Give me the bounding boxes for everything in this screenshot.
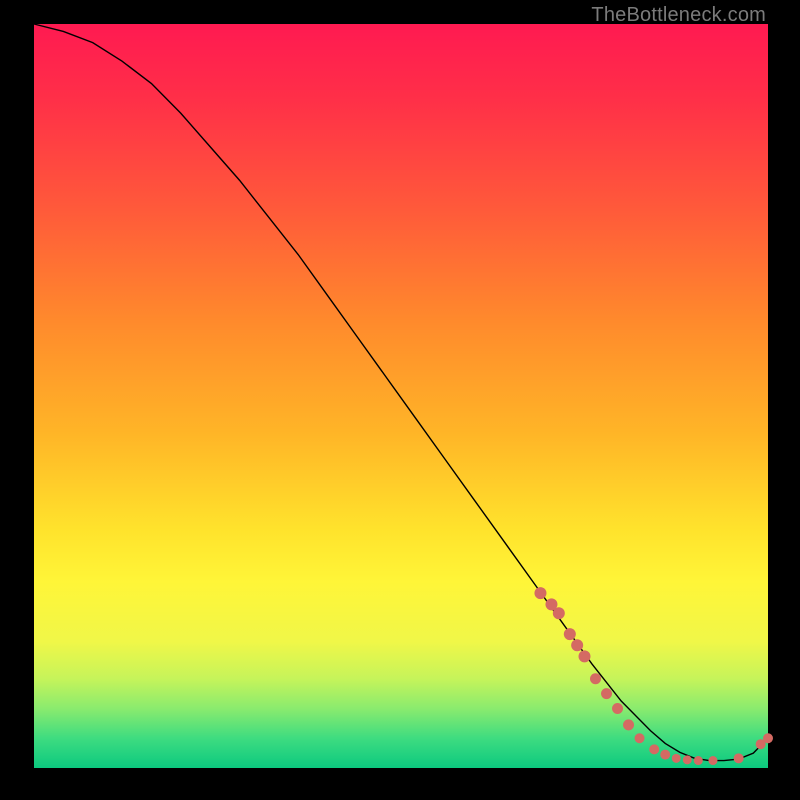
- curve-marker: [553, 607, 565, 619]
- curve-marker: [579, 650, 591, 662]
- chart-stage: TheBottleneck.com: [0, 0, 800, 800]
- curve-marker: [694, 756, 703, 765]
- chart-svg: [34, 24, 768, 768]
- watermark-text: TheBottleneck.com: [591, 4, 766, 27]
- curve-marker: [672, 754, 681, 763]
- curve-marker: [612, 703, 623, 714]
- curve-marker: [734, 753, 744, 763]
- curve-marker: [571, 639, 583, 651]
- curve-marker: [683, 755, 692, 764]
- curve-marker: [763, 733, 773, 743]
- curve-marker: [534, 587, 546, 599]
- curve-marker: [708, 756, 717, 765]
- curve-marker: [601, 688, 612, 699]
- curve-marker: [590, 673, 601, 684]
- curve-markers: [534, 587, 773, 765]
- curve-marker: [660, 750, 670, 760]
- curve-marker: [564, 628, 576, 640]
- curve-marker: [623, 719, 634, 730]
- curve-marker: [635, 733, 645, 743]
- curve-marker: [649, 744, 659, 754]
- bottleneck-curve: [34, 24, 768, 761]
